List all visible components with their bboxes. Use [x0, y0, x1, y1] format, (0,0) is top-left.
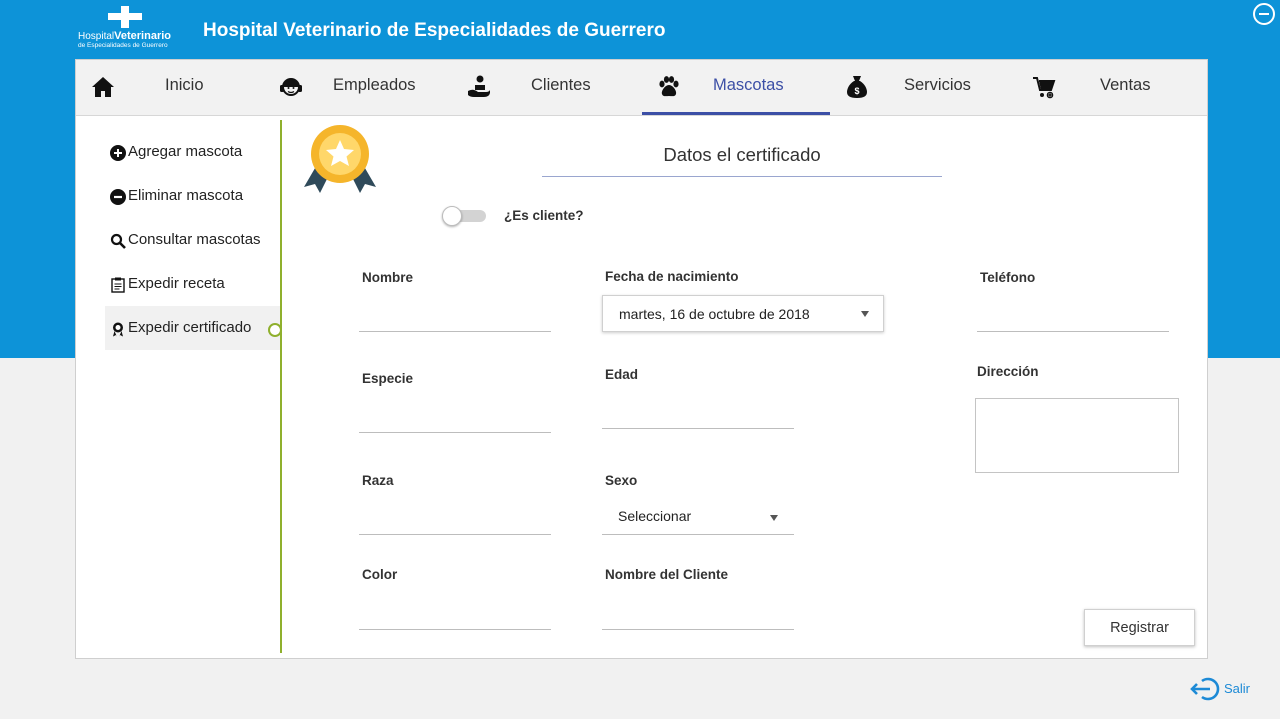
main-nav: Inicio Empleados Clientes Mascotas $ Ser…	[76, 60, 1207, 116]
nav-item-label: Inicio	[165, 76, 204, 94]
nav-item-inicio[interactable]: Inicio	[76, 60, 264, 115]
toggle-knob	[442, 206, 462, 226]
sidebar-item-agregar-mascota[interactable]: Agregar mascota	[105, 130, 281, 174]
nav-item-empleados[interactable]: Empleados	[264, 60, 452, 115]
color-field[interactable]	[359, 604, 551, 630]
is-client-label: ¿Es cliente?	[504, 208, 584, 223]
fecha-nacimiento-label: Fecha de nacimiento	[605, 269, 739, 284]
edad-field[interactable]	[602, 403, 794, 429]
prescription-icon	[111, 277, 125, 293]
sidebar-item-consultar-mascotas[interactable]: Consultar mascotas	[105, 218, 281, 262]
main-card: Inicio Empleados Clientes Mascotas $ Ser…	[75, 59, 1208, 659]
client-hand-icon	[468, 75, 490, 97]
sexo-label: Sexo	[605, 473, 638, 488]
form-title: Datos el certificado	[663, 144, 821, 165]
form-title-underline	[542, 176, 942, 177]
sidebar-item-label: Eliminar mascota	[128, 187, 244, 204]
sidebar-item-label: Agregar mascota	[128, 143, 243, 160]
is-client-toggle[interactable]	[442, 206, 490, 226]
nombre-label: Nombre	[362, 270, 414, 285]
hospital-logo: HospitalVeterinario de Especialidades de…	[76, 6, 176, 52]
logout-label: Salir	[1224, 681, 1251, 696]
certificate-icon	[113, 322, 123, 337]
nav-item-servicios[interactable]: $ Servicios	[830, 60, 1018, 115]
home-icon	[92, 77, 114, 97]
edad-label: Edad	[605, 367, 639, 382]
sidebar-item-expedir-certificado[interactable]: Expedir certificado	[105, 306, 281, 350]
plus-circle-icon	[110, 145, 126, 161]
direccion-textarea[interactable]	[975, 398, 1179, 473]
nombre-cliente-field[interactable]	[602, 604, 794, 630]
direccion-label: Dirección	[977, 364, 1039, 379]
money-bag-icon: $	[847, 76, 867, 98]
nombre-field[interactable]	[359, 306, 551, 332]
raza-field[interactable]	[359, 509, 551, 535]
telefono-field[interactable]	[977, 306, 1169, 332]
sexo-select[interactable]: Seleccionar	[602, 500, 794, 535]
fecha-nacimiento-picker[interactable]: martes, 16 de octubre de 2018	[602, 295, 884, 332]
logout-button[interactable]: Salir	[1190, 674, 1260, 704]
sidebar-divider	[280, 120, 282, 653]
especie-label: Especie	[362, 371, 414, 386]
nav-item-label: Clientes	[531, 76, 591, 94]
sidebar-item-label: Expedir receta	[128, 275, 225, 292]
raza-label: Raza	[362, 473, 394, 488]
headset-person-icon	[280, 78, 302, 96]
nav-item-label: Mascotas	[713, 76, 784, 94]
especie-field[interactable]	[359, 407, 551, 433]
chevron-down-icon	[770, 515, 778, 521]
nav-item-mascotas[interactable]: Mascotas	[642, 60, 830, 115]
nav-item-clientes[interactable]: Clientes	[452, 60, 640, 115]
medical-cross-icon	[108, 6, 142, 28]
telefono-label: Teléfono	[980, 270, 1036, 285]
svg-text:$: $	[854, 86, 859, 96]
sidebar-item-label: Consultar mascotas	[128, 231, 261, 248]
app-title: Hospital Veterinario de Especialidades d…	[203, 20, 666, 41]
search-icon	[110, 233, 126, 249]
minimize-button[interactable]	[1253, 3, 1275, 25]
paw-icon	[659, 76, 679, 97]
minus-circle-icon	[110, 189, 126, 205]
nav-item-label: Empleados	[333, 76, 416, 94]
cart-add-icon	[1033, 77, 1056, 99]
sidebar-item-expedir-receta[interactable]: Expedir receta	[105, 262, 281, 306]
nav-item-label: Ventas	[1100, 76, 1151, 94]
sexo-value: Seleccionar	[618, 508, 692, 524]
sidebar-item-label: Expedir certificado	[128, 319, 252, 336]
nav-item-label: Servicios	[904, 76, 971, 94]
nombre-cliente-label: Nombre del Cliente	[605, 567, 729, 582]
color-label: Color	[362, 567, 398, 582]
certificate-medal-icon	[304, 125, 376, 193]
logo-line-1: HospitalVeterinario	[78, 30, 171, 42]
sidebar-item-eliminar-mascota[interactable]: Eliminar mascota	[105, 174, 281, 218]
logo-line-2: de Especialidades de Guerrero	[78, 42, 168, 49]
nav-item-ventas[interactable]: Ventas	[1018, 60, 1206, 115]
register-button[interactable]: Registrar	[1084, 609, 1195, 646]
chevron-down-icon	[861, 311, 869, 317]
logout-icon	[1190, 677, 1220, 701]
fecha-nacimiento-value: martes, 16 de octubre de 2018	[619, 306, 810, 322]
